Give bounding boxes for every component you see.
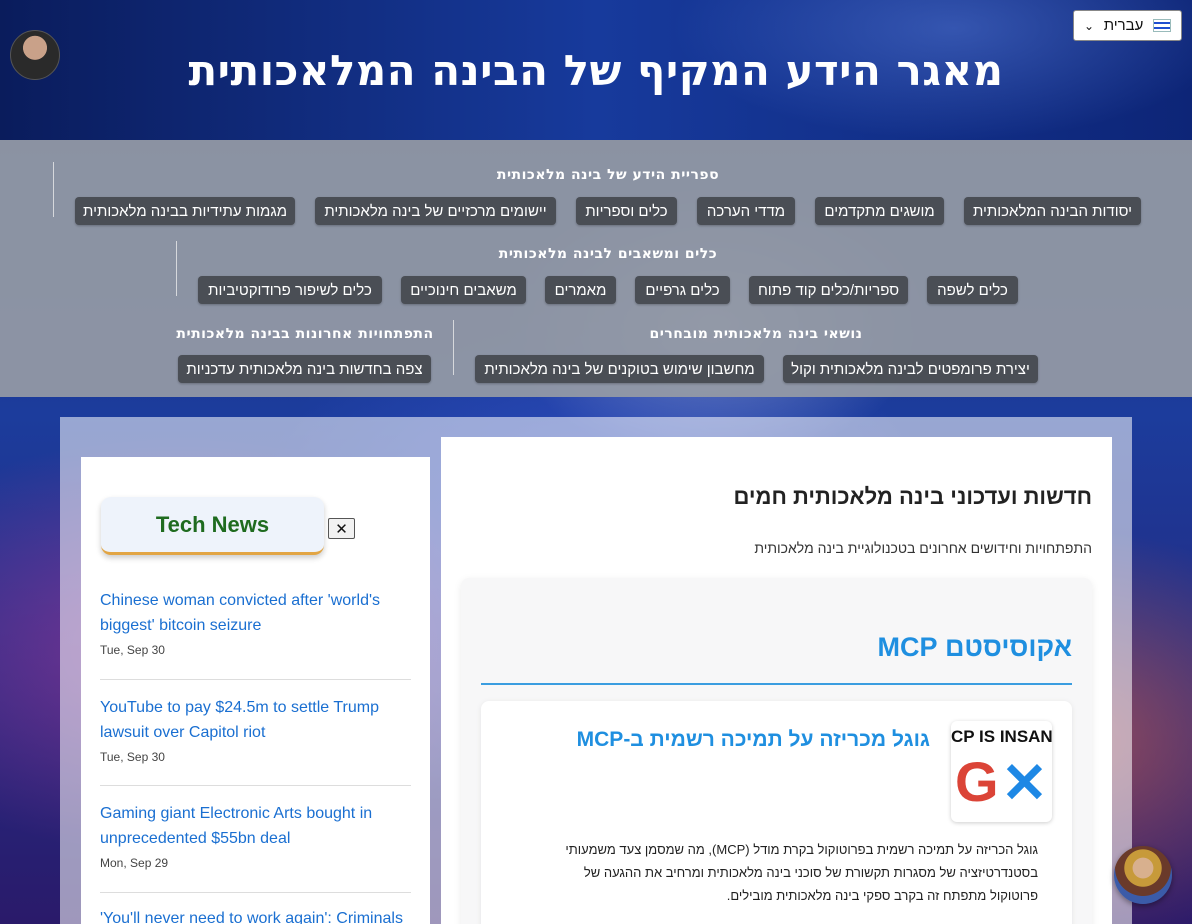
page-subtitle: התפתחויות וחידושים אחרונים בטכנולוגיית ב… [754,540,1092,556]
news-title[interactable]: Gaming giant Electronic Arts bought in u… [100,801,411,851]
article-thumbnail[interactable]: CP IS INSAN G ✕ [951,721,1052,822]
news-item[interactable]: Chinese woman convicted after 'world's b… [100,588,411,657]
nav-item-prompts[interactable]: יצירת פרומפטים לבינה מלאכותית וקול [783,355,1038,383]
news-item[interactable]: YouTube to pay $24.5m to settle Trump la… [100,695,411,764]
nav-item-open-source[interactable]: ספריות/כלים קוד פתוח [749,276,908,304]
article-title[interactable]: גוגל מכריזה על תמיכה רשמית ב-MCP [577,728,930,752]
nav-divider [53,162,54,217]
chat-assistant-avatar[interactable] [1114,846,1172,904]
nav-divider [176,241,177,296]
chevron-down-icon: ⌄ [1084,18,1095,33]
nav-item-token-calculator[interactable]: מחשבון שימוש בטוקנים של בינה מלאכותית [475,355,764,383]
language-label: עברית [1103,17,1144,34]
section-divider [481,683,1072,685]
news-date: Tue, Sep 30 [100,750,165,764]
nav-item-key-applications[interactable]: יישומים מרכזיים של בינה מלאכותית [315,197,556,225]
nav-item-ai-fundamentals[interactable]: יסודות הבינה המלאכותית [964,197,1141,225]
nav-item-future-trends[interactable]: מגמות עתידיות בבינה מלאכותית [75,197,295,225]
nav-item-evaluation-metrics[interactable]: מדדי הערכה [697,197,795,225]
close-button[interactable]: ✕ [328,518,355,539]
news-title[interactable]: YouTube to pay $24.5m to settle Trump la… [100,695,411,745]
section-title: אקוסיסטם MCP [877,632,1072,662]
article-body: גוגל הכריזה על תמיכה רשמית בפרוטוקול בקר… [565,842,1038,903]
news-date: Mon, Sep 29 [100,856,169,870]
language-select[interactable]: ⌄ עברית [1073,10,1182,41]
nav-panel: ספריית הידע של בינה מלאכותית יסודות הבינ… [0,140,1192,397]
news-separator [100,892,411,893]
mcp-ecosystem-section: אקוסיסטם MCP CP IS INSAN G ✕ גוגל מכריזה… [461,578,1092,924]
nav-item-latest-news[interactable]: צפה בחדשות בינה מלאכותית עדכניות [178,355,431,383]
news-separator [100,785,411,786]
site-title: מאגר הידע המקיף של הבינה המלאכותית [188,46,1004,95]
nav-heading-knowledge: ספריית הידע של בינה מלאכותית [496,167,720,183]
google-logo-icon: G [955,750,999,813]
nav-heading-featured: נושאי בינה מלאכותית מובחרים [649,326,863,342]
news-title[interactable]: Chinese woman convicted after 'world's b… [100,588,411,638]
news-item[interactable]: Gaming giant Electronic Arts bought in u… [100,801,411,870]
news-separator [100,679,411,680]
nav-heading-tools: כלים ומשאבים לבינה מלאכותית [498,246,718,262]
nav-item-graphic-tools[interactable]: כלים גרפיים [635,276,730,304]
page-title: חדשות ועדכוני בינה מלאכותית חמים [733,484,1092,509]
news-date: Tue, Sep 30 [100,643,165,657]
tech-news-badge: Tech News [101,497,324,555]
site-header: מאגר הידע המקיף של הבינה המלאכותית ⌄ עבר… [0,0,1192,140]
nav-item-advanced-concepts[interactable]: מושגים מתקדמים [815,197,944,225]
tech-news-sidebar: Tech News ✕ Chinese woman convicted afte… [81,457,430,924]
main-news-panel: חדשות ועדכוני בינה מלאכותית חמים התפתחוי… [441,437,1112,924]
news-title[interactable]: 'You'll never need to work again': Crimi… [100,906,411,924]
israel-flag-icon [1153,19,1171,32]
nav-item-articles[interactable]: מאמרים [545,276,616,304]
nav-item-productivity[interactable]: כלים לשיפור פרודוקטיביות [198,276,382,304]
thumbnail-caption: CP IS INSAN [951,727,1052,746]
vscode-logo-icon: ✕ [1001,751,1048,814]
nav-item-educational[interactable]: משאבים חינוכיים [401,276,526,304]
nav-heading-latest: התפתחויות אחרונות בבינה מלאכותית [176,326,434,342]
nav-item-tools-libraries[interactable]: כלים וספריות [576,197,677,225]
nav-item-language-tools[interactable]: כלים לשפה [927,276,1018,304]
article-card[interactable]: CP IS INSAN G ✕ גוגל מכריזה על תמיכה רשמ… [481,701,1072,924]
news-item[interactable]: 'You'll never need to work again': Crimi… [100,906,411,924]
